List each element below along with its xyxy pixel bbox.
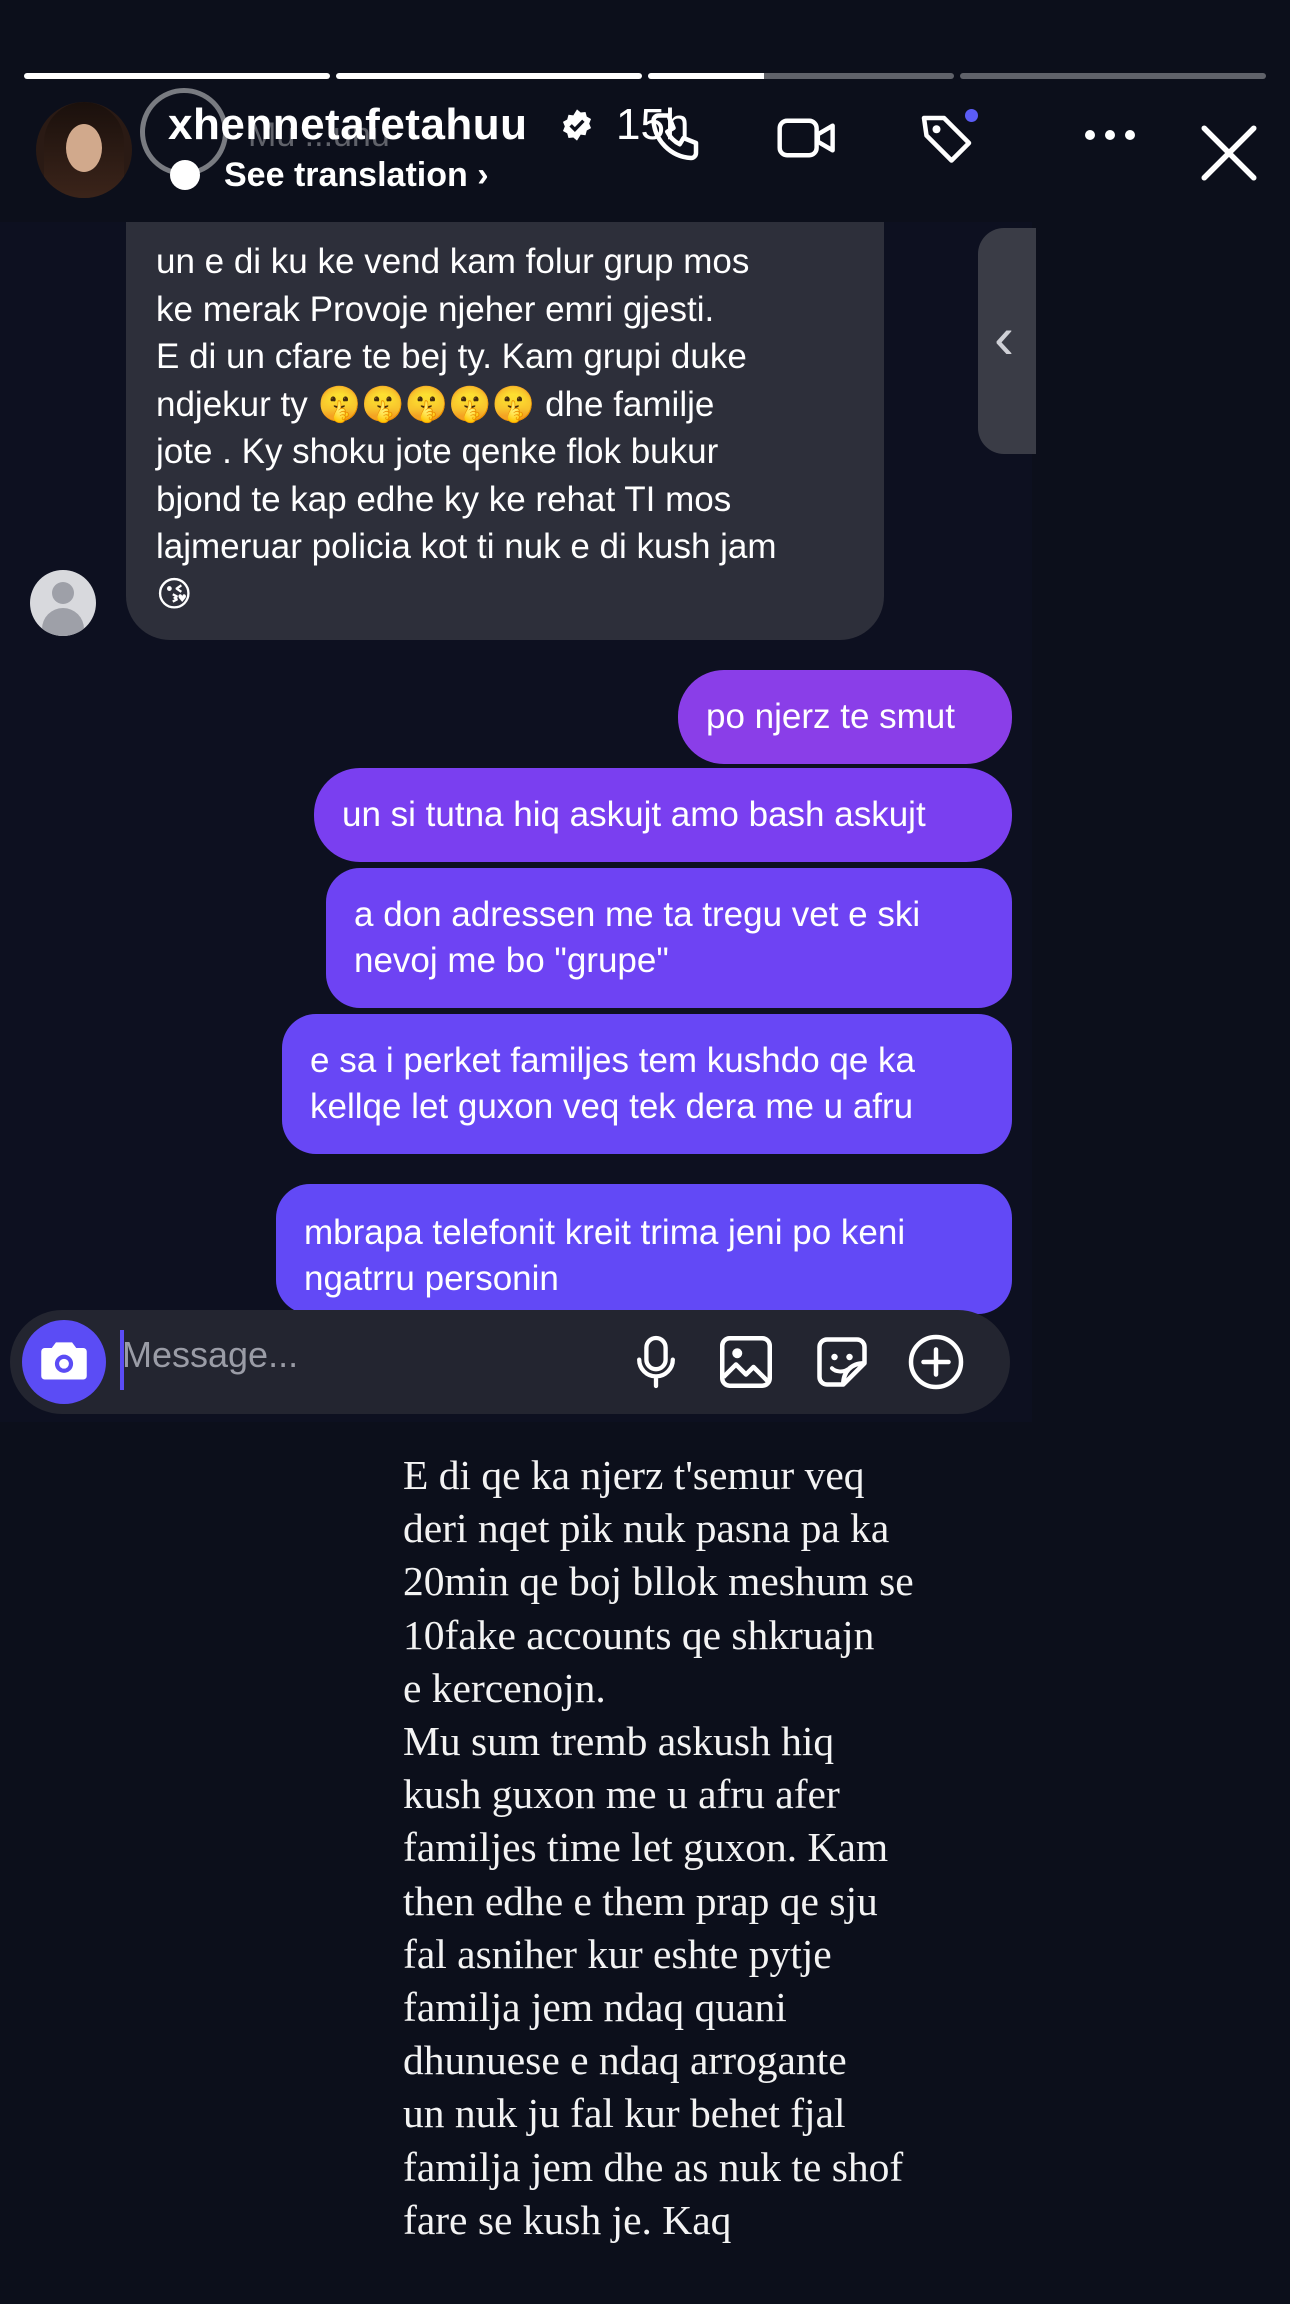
message-text: e sa i perket familjes tem kushdo qe ka … — [310, 1041, 916, 1126]
video-icon[interactable] — [776, 108, 840, 168]
incoming-message-text: un e di ku ke vend kam folur grup mos ke… — [156, 242, 777, 614]
outgoing-message: a don adressen me ta tregu vet e ski nev… — [326, 868, 1012, 1008]
story-caption: E di qe ka njerz t'semur veq deri nqet p… — [403, 1452, 914, 2243]
chevron-right-icon: › — [477, 156, 489, 194]
close-icon[interactable] — [1196, 120, 1262, 186]
message-text: a don adressen me ta tregu vet e ski nev… — [354, 895, 921, 980]
story-progress — [24, 73, 1266, 79]
see-translation-link[interactable]: See translation › — [224, 156, 489, 195]
message-text: po njerz te smut — [706, 697, 955, 736]
camera-icon — [41, 1342, 87, 1380]
sticker-icon[interactable] — [812, 1332, 872, 1392]
camera-button[interactable] — [22, 1320, 106, 1404]
see-translation-label: See translation — [224, 156, 468, 194]
profile-avatar[interactable] — [36, 102, 132, 198]
mic-icon[interactable] — [632, 1332, 680, 1392]
message-text: mbrapa telefonit kreit trima jeni po ken… — [304, 1213, 906, 1298]
message-text: un si tutna hiq askujt amo bash askujt — [342, 795, 926, 834]
username[interactable]: xhennetafetahuu — [168, 100, 528, 150]
tag-icon[interactable] — [916, 108, 982, 168]
collapse-panel-handle[interactable]: ‹ — [978, 228, 1036, 454]
outgoing-message: un si tutna hiq askujt amo bash askujt — [314, 768, 1012, 862]
verified-badge-icon — [562, 109, 592, 141]
sender-avatar — [30, 570, 96, 636]
message-input[interactable]: Message... — [122, 1334, 298, 1376]
progress-segment — [336, 73, 642, 79]
image-icon[interactable] — [716, 1332, 776, 1392]
outgoing-message: mbrapa telefonit kreit trima jeni po ken… — [276, 1184, 1012, 1314]
story-header: Mu ...unu xhennetafetahuu 15h See transl… — [0, 88, 1290, 206]
more-icon[interactable] — [1080, 120, 1140, 150]
plus-icon[interactable] — [906, 1332, 966, 1392]
translate-icon — [170, 160, 200, 190]
progress-segment — [24, 73, 330, 79]
chevron-left-icon: ‹ — [994, 304, 1014, 371]
progress-segment — [648, 73, 954, 79]
phone-icon[interactable] — [646, 108, 706, 168]
outgoing-message: e sa i perket familjes tem kushdo qe ka … — [282, 1014, 1012, 1154]
progress-segment — [960, 73, 1266, 79]
outgoing-message: po njerz te smut — [678, 670, 1012, 764]
